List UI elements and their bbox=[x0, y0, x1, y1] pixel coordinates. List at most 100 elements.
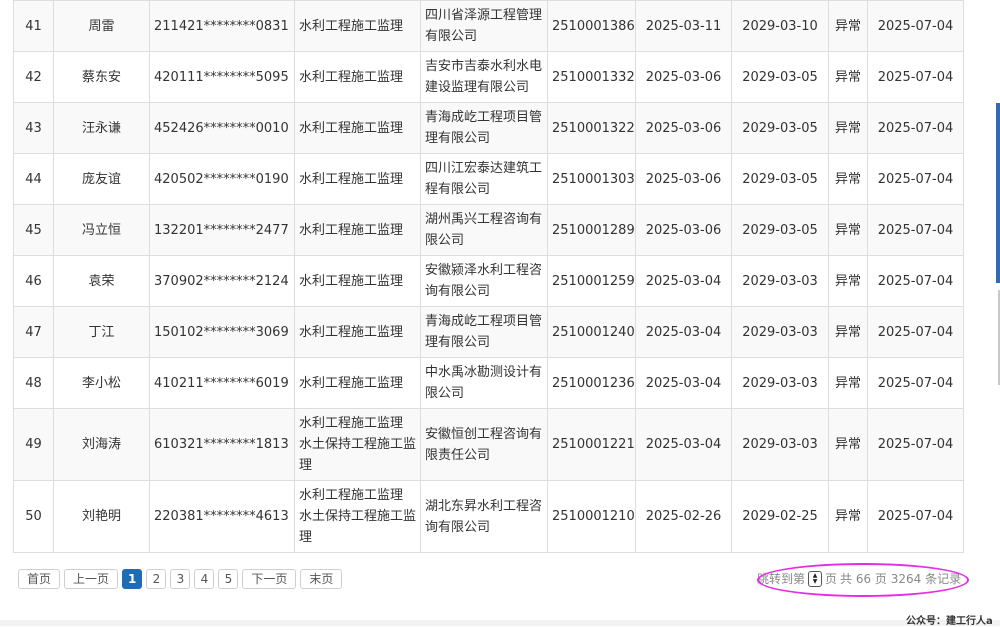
qualification-line: 水利工程施工监理 bbox=[299, 222, 404, 238]
page-button-5[interactable]: 5 bbox=[218, 569, 239, 589]
id-number-cell: 420502********0190 bbox=[149, 153, 295, 205]
company-name-line: 建设监理有限公司 bbox=[425, 80, 530, 95]
update-date-cell: 2025-07-04 bbox=[867, 204, 964, 256]
row-number: 49 bbox=[25, 437, 42, 452]
row-number-cell: 43 bbox=[13, 102, 54, 154]
update-date: 2025-07-04 bbox=[877, 509, 954, 524]
valid-from-cell: 2025-03-04 bbox=[635, 306, 732, 358]
status-text: 异常 bbox=[834, 324, 861, 340]
certificate-number-cell: 2510001236 bbox=[547, 357, 636, 409]
certificate-number-cell: 2510001240 bbox=[547, 306, 636, 358]
certificate-number: 2510001303 bbox=[552, 171, 635, 187]
valid-from: 2025-03-04 bbox=[645, 273, 722, 289]
watermark: 公众号：建工行人a bbox=[906, 616, 993, 627]
row-number: 48 bbox=[25, 375, 42, 391]
update-date-cell: 2025-07-04 bbox=[867, 0, 964, 52]
side-scroll-indicator bbox=[996, 103, 1000, 283]
certificate-number-cell: 2510001332 bbox=[547, 51, 636, 103]
qualification-cell: 水利工程施工监理 bbox=[294, 357, 421, 409]
id-number-cell: 610321********1813 bbox=[149, 408, 295, 481]
valid-to: 2029-03-05 bbox=[742, 171, 818, 187]
company-name-line: 青海成屹工程项目管 bbox=[425, 314, 543, 329]
id-number: 610321********1813 bbox=[154, 437, 289, 452]
pagination: 首页 上一页 1 2 3 4 5 下一页 末页 bbox=[18, 569, 343, 589]
qualification-line: 水利工程施工监理 bbox=[299, 375, 404, 391]
update-date-cell: 2025-07-04 bbox=[867, 408, 964, 481]
table-row: 43 汪永谦 452426********0010 水利工程施工监理 青海成屹工程项目管… bbox=[13, 102, 964, 154]
valid-from: 2025-03-06 bbox=[645, 171, 722, 187]
id-number-cell: 132201********2477 bbox=[149, 204, 295, 256]
company-name-cell: 中水禹冰勘测设计有 限公司 bbox=[420, 357, 548, 409]
status-text: 异常 bbox=[834, 509, 861, 524]
update-date-cell: 2025-07-04 bbox=[867, 306, 964, 358]
person-name: 刘艳明 bbox=[81, 509, 121, 524]
page-button-1[interactable]: 1 bbox=[122, 569, 143, 589]
status-text-cell: 异常 bbox=[828, 357, 868, 409]
qualification-line: 水利工程施工监理 bbox=[299, 69, 404, 85]
row-number-cell: 44 bbox=[13, 153, 54, 205]
person-name: 丁江 bbox=[88, 324, 115, 340]
first-page-button[interactable]: 首页 bbox=[18, 569, 61, 589]
valid-to: 2029-03-05 bbox=[742, 222, 818, 238]
id-number: 452426********0010 bbox=[154, 120, 289, 136]
person-name-cell: 冯立恒 bbox=[53, 204, 150, 256]
qualification-line: 水土保持工程施工监 bbox=[299, 509, 417, 524]
valid-to-cell: 2029-03-03 bbox=[731, 306, 829, 358]
table-row: 46 袁荣 370902********2124 水利工程施工监理 安徽颍泽水利工程咨询… bbox=[13, 255, 964, 307]
page-button-2[interactable]: 2 bbox=[146, 569, 167, 589]
status-text: 异常 bbox=[834, 273, 861, 289]
certificate-number-cell: 2510001221 bbox=[547, 408, 636, 481]
page-button-3[interactable]: 3 bbox=[170, 569, 191, 589]
company-name-line: 程有限公司 bbox=[425, 182, 491, 197]
company-name-line: 有限公司 bbox=[425, 29, 478, 44]
prev-page-button[interactable]: 上一页 bbox=[64, 569, 119, 589]
person-name-cell: 刘海涛 bbox=[53, 408, 150, 481]
id-number-cell: 150102********3069 bbox=[149, 306, 295, 358]
qualification-cell: 水利工程施工监理 bbox=[294, 51, 421, 103]
qualification-line: 水利工程施工监理 bbox=[299, 18, 404, 34]
person-name-cell: 李小松 bbox=[53, 357, 150, 409]
status-text-cell: 异常 bbox=[828, 306, 868, 358]
qualification-cell: 水利工程施工监理 水土保持工程施工监理 bbox=[294, 408, 421, 481]
id-number-cell: 211421********0831 bbox=[149, 0, 295, 52]
qualification-cell: 水利工程施工监理 bbox=[294, 153, 421, 205]
row-number-cell: 50 bbox=[13, 480, 54, 553]
update-date-cell: 2025-07-04 bbox=[867, 153, 964, 205]
person-name: 蔡东安 bbox=[81, 69, 121, 85]
person-name: 周雷 bbox=[88, 18, 115, 34]
page-button-4[interactable]: 4 bbox=[194, 569, 215, 589]
next-page-button[interactable]: 下一页 bbox=[242, 569, 297, 589]
qualification-cell: 水利工程施工监理 bbox=[294, 102, 421, 154]
valid-to-cell: 2029-03-05 bbox=[731, 102, 829, 154]
row-number-cell: 45 bbox=[13, 204, 54, 256]
id-number: 420111********5095 bbox=[154, 69, 289, 85]
valid-to: 2029-03-03 bbox=[742, 324, 818, 340]
qualification-cell: 水利工程施工监理 bbox=[294, 255, 421, 307]
valid-to: 2029-03-10 bbox=[742, 18, 818, 34]
id-number: 150102********3069 bbox=[154, 324, 289, 340]
row-number: 41 bbox=[25, 18, 42, 34]
company-name-line: 限公司 bbox=[425, 386, 465, 401]
valid-from-cell: 2025-03-06 bbox=[635, 51, 732, 103]
company-name-line: 湖州禹兴工程咨询有 bbox=[425, 212, 543, 227]
id-number-cell: 452426********0010 bbox=[149, 102, 295, 154]
id-number: 211421********0831 bbox=[154, 18, 289, 34]
status-text: 异常 bbox=[834, 375, 861, 391]
company-name-cell: 四川江宏泰达建筑工 程有限公司 bbox=[420, 153, 548, 205]
valid-to: 2029-03-05 bbox=[742, 120, 818, 136]
table-row: 50 刘艳明 220381********4613 水利工程施工监理 水土保持工程施工监… bbox=[13, 480, 964, 553]
status-text: 异常 bbox=[834, 171, 861, 187]
qualification-line: 水利工程施工监理 bbox=[299, 416, 404, 431]
company-name-cell: 安徽恒创工程咨询有 限责任公司 bbox=[420, 408, 548, 481]
certificate-number: 2510001210 bbox=[552, 509, 635, 524]
last-page-button[interactable]: 末页 bbox=[300, 569, 343, 589]
id-number-cell: 370902********2124 bbox=[149, 255, 295, 307]
valid-from-cell: 2025-02-26 bbox=[635, 480, 732, 553]
table-row: 45 冯立恒 132201********2477 水利工程施工监理 湖州禹兴工程咨询有… bbox=[13, 204, 964, 256]
person-name-cell: 丁江 bbox=[53, 306, 150, 358]
valid-from: 2025-02-26 bbox=[645, 509, 722, 524]
update-date: 2025-07-04 bbox=[877, 171, 954, 187]
certificate-number: 2510001240 bbox=[552, 324, 635, 340]
table-row: 41 周雷 211421********0831 水利工程施工监理 四川省泽源工程管理有… bbox=[13, 0, 964, 52]
id-number-cell: 410211********6019 bbox=[149, 357, 295, 409]
